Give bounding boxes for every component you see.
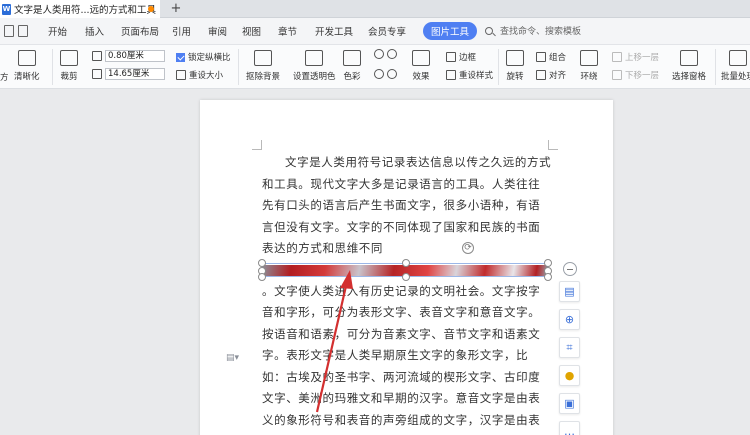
send-backward-icon xyxy=(612,70,622,80)
picture-toolbar: 方 清晰化 裁剪 0.80厘米 14.65厘米 锁定纵横比 重设大小 抠除背景 … xyxy=(0,45,750,89)
border-icon xyxy=(446,52,456,62)
width-field[interactable]: 14.65厘米 xyxy=(92,68,165,80)
search-placeholder: 查找命令、搜索模板 xyxy=(500,27,582,37)
batch-process-icon xyxy=(729,50,747,66)
document-canvas: 文字是人类用符号记录表达信息以传之久远的方式和工具。现代文字大多是记录语言的工具… xyxy=(0,90,750,435)
reset-size-icon xyxy=(176,70,186,80)
search-icon xyxy=(485,26,493,35)
reset-style-button[interactable]: 重设样式 xyxy=(446,69,493,81)
document-tab-title: 文字是人类用符...远的方式和工具 xyxy=(14,5,157,16)
rotate-button[interactable]: 旋转 xyxy=(506,50,524,82)
divider xyxy=(52,49,53,85)
group-icon xyxy=(536,52,546,62)
remove-background-button[interactable]: 抠除背景 xyxy=(246,50,280,82)
width-input[interactable]: 14.65厘米 xyxy=(105,68,165,80)
tab-references[interactable]: 引用 xyxy=(172,24,191,38)
align-icon xyxy=(536,70,546,80)
cut-label: 方 xyxy=(0,73,9,83)
align-button[interactable]: 对齐 xyxy=(536,69,566,81)
ribbon-menu: 开始 插入 页面布局 引用 审阅 视图 章节 开发工具 会员专享 图片工具 查找… xyxy=(0,18,750,45)
width-icon xyxy=(92,69,102,79)
reset-style-icon xyxy=(446,70,456,80)
tab-start[interactable]: 开始 xyxy=(48,24,67,38)
reset-size-button[interactable]: 重设大小 xyxy=(176,69,223,81)
bring-forward-button[interactable]: 上移一层 xyxy=(612,51,659,63)
undo-icon[interactable] xyxy=(18,25,28,37)
height-icon xyxy=(92,51,102,61)
set-transparent-button[interactable]: 设置透明色 xyxy=(293,50,336,82)
divider xyxy=(238,49,239,85)
crop-icon xyxy=(60,50,78,66)
new-tab-button[interactable]: + xyxy=(168,0,184,18)
brightness-icon[interactable] xyxy=(374,69,384,79)
tab-review[interactable]: 审阅 xyxy=(208,24,227,38)
remove-background-icon xyxy=(254,50,272,66)
height-field[interactable]: 0.80厘米 xyxy=(92,50,165,62)
divider xyxy=(498,49,499,85)
document-tab[interactable]: W 文字是人类用符...远的方式和工具 xyxy=(0,0,160,18)
arrow-head-icon xyxy=(340,270,353,289)
send-backward-button[interactable]: 下移一层 xyxy=(612,69,659,81)
tab-picture-tools[interactable]: 图片工具 xyxy=(423,22,478,40)
selection-pane-button[interactable]: 选择窗格 xyxy=(672,50,706,82)
tab-view[interactable]: 视图 xyxy=(242,24,261,38)
color-icon xyxy=(343,50,361,66)
group-button[interactable]: 组合 xyxy=(536,51,566,63)
rotate-left-icon[interactable] xyxy=(374,49,384,59)
wrap-button[interactable]: 环绕 xyxy=(580,50,598,82)
checkbox-checked-icon xyxy=(176,52,185,62)
tab-insert[interactable]: 插入 xyxy=(85,24,104,38)
clear-button[interactable]: 清晰化 xyxy=(14,50,40,82)
tab-section[interactable]: 章节 xyxy=(278,24,297,38)
wrap-text-icon xyxy=(580,50,598,66)
arrow-shaft xyxy=(315,285,348,413)
crop-button[interactable]: 裁剪 xyxy=(60,50,78,82)
contrast-icon[interactable] xyxy=(387,69,397,79)
document-icon: W xyxy=(2,3,11,15)
border-button[interactable]: 边框 xyxy=(446,51,476,63)
rotate-right-icon[interactable] xyxy=(387,49,397,59)
tab-member[interactable]: 会员专享 xyxy=(368,24,406,38)
clear-icon xyxy=(17,50,36,66)
effects-icon xyxy=(412,50,430,66)
title-tab-bar: W 文字是人类用符...远的方式和工具 + xyxy=(0,0,750,18)
color-button[interactable]: 色彩 xyxy=(343,50,361,82)
divider xyxy=(715,49,716,85)
brightness-buttons[interactable] xyxy=(374,69,397,79)
quick-access xyxy=(4,25,28,37)
height-input[interactable]: 0.80厘米 xyxy=(105,50,165,62)
tab-developer[interactable]: 开发工具 xyxy=(315,24,353,38)
selection-pane-icon xyxy=(680,50,698,66)
annotation-arrow xyxy=(315,270,353,413)
effects-button[interactable]: 效果 xyxy=(412,50,430,82)
tab-page-layout[interactable]: 页面布局 xyxy=(121,24,159,38)
bring-forward-icon xyxy=(612,52,622,62)
unsaved-dot-icon xyxy=(148,6,154,12)
print-icon[interactable] xyxy=(4,25,14,37)
rotate-small-buttons[interactable] xyxy=(374,49,397,59)
rotate-icon xyxy=(506,50,524,66)
batch-process-button[interactable]: 批量处理 xyxy=(721,50,750,82)
lock-ratio-checkbox[interactable]: 锁定纵横比 xyxy=(176,51,231,63)
command-search[interactable]: 查找命令、搜索模板 xyxy=(485,24,581,37)
transparent-color-icon xyxy=(305,50,324,66)
